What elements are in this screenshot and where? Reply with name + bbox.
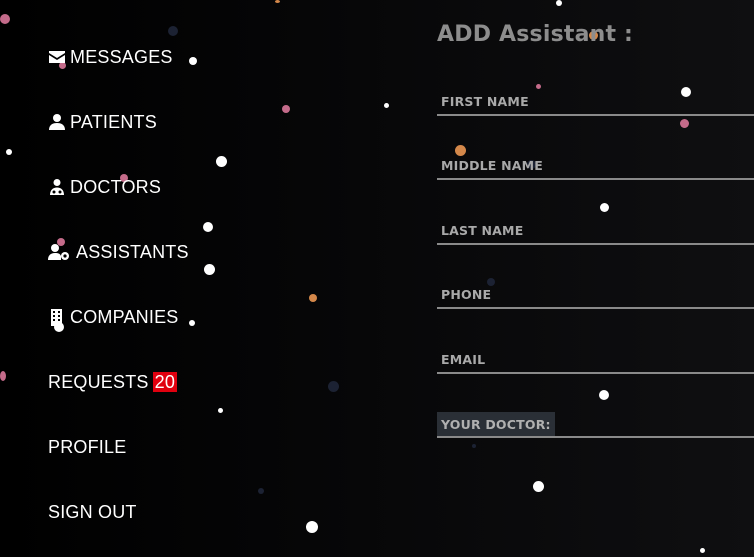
add-assistant-form: ADD Assistant : FIRST NAME MIDDLE NAME L… xyxy=(437,0,754,557)
nav-label: PATIENTS xyxy=(70,111,157,132)
last-name-label: LAST NAME xyxy=(441,223,524,238)
sidebar-nav: MESSAGES PATIENTS DOCTORS ASSISTANTS COM… xyxy=(0,0,360,557)
requests-count-badge: 20 xyxy=(152,372,178,392)
last-name-field[interactable]: LAST NAME xyxy=(437,221,754,245)
building-icon xyxy=(48,308,66,326)
first-name-field[interactable]: FIRST NAME xyxy=(437,92,754,116)
doctor-icon xyxy=(48,178,66,196)
first-name-label: FIRST NAME xyxy=(441,94,529,109)
nav-item-sign-out[interactable]: SIGN OUT xyxy=(48,499,137,525)
nav-label: REQUESTS xyxy=(48,371,149,392)
nav-label: DOCTORS xyxy=(70,176,162,197)
nav-label: COMPANIES xyxy=(70,306,179,327)
nav-label: ASSISTANTS xyxy=(76,241,189,262)
middle-name-field[interactable]: MIDDLE NAME xyxy=(437,156,754,180)
nav-label: PROFILE xyxy=(48,436,127,457)
nav-label: MESSAGES xyxy=(70,46,173,67)
nav-item-requests[interactable]: REQUESTS 20 xyxy=(48,369,178,395)
middle-name-label: MIDDLE NAME xyxy=(441,158,544,173)
nav-item-profile[interactable]: PROFILE xyxy=(48,434,126,460)
doctor-select[interactable]: YOUR DOCTOR: xyxy=(437,412,754,438)
email-label: EMAIL xyxy=(441,352,486,367)
email-field[interactable]: EMAIL xyxy=(437,350,754,374)
phone-label: PHONE xyxy=(441,287,492,302)
nav-item-companies[interactable]: COMPANIES xyxy=(48,304,178,330)
nav-item-patients[interactable]: PATIENTS xyxy=(48,109,157,135)
nav-item-messages[interactable]: MESSAGES xyxy=(48,44,173,70)
envelope-icon xyxy=(48,48,66,66)
form-title: ADD Assistant : xyxy=(437,22,634,47)
user-icon xyxy=(48,113,66,131)
user-gear-icon xyxy=(48,243,72,261)
doctor-select-label: YOUR DOCTOR: xyxy=(437,412,555,436)
nav-label: SIGN OUT xyxy=(48,501,137,522)
nav-item-assistants[interactable]: ASSISTANTS xyxy=(48,239,189,265)
nav-item-doctors[interactable]: DOCTORS xyxy=(48,174,161,200)
phone-field[interactable]: PHONE xyxy=(437,285,754,309)
